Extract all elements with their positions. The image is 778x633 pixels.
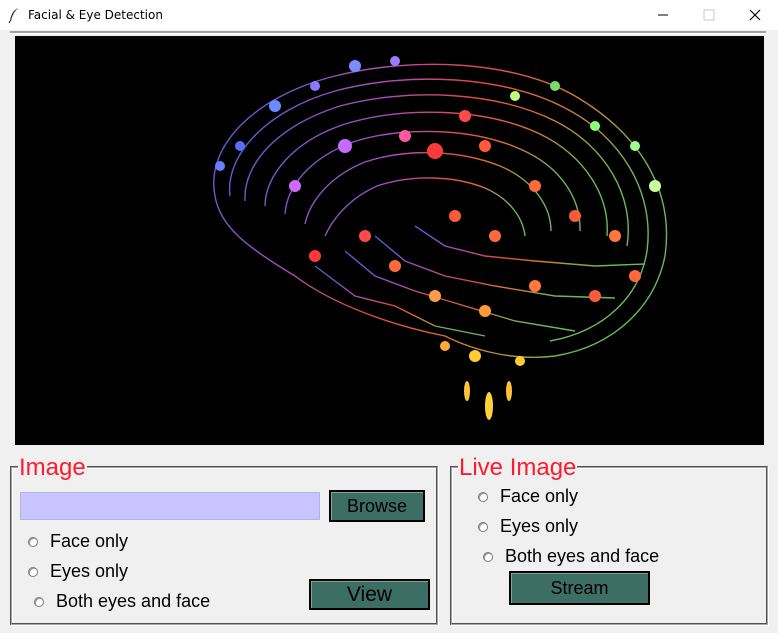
feather-icon	[8, 8, 18, 23]
brain-circuit-image	[15, 36, 764, 445]
close-button[interactable]	[732, 0, 778, 30]
image-radio-face-only[interactable]: Face only	[28, 531, 128, 552]
image-path-input[interactable]	[20, 492, 320, 520]
radio-dot[interactable]	[478, 491, 488, 502]
stream-button[interactable]: Stream	[509, 571, 650, 605]
radio-dot[interactable]	[34, 596, 44, 607]
minimize-icon	[658, 14, 668, 16]
brain-circuit-illustration	[213, 56, 668, 445]
radio-dot[interactable]	[478, 521, 488, 532]
radio-dot[interactable]	[28, 566, 38, 577]
image-radio-eyes-only[interactable]: Eyes only	[28, 561, 128, 582]
title-bar: Facial & Eye Detection	[0, 0, 778, 30]
radio-label: Both eyes and face	[505, 546, 660, 566]
window-title: Facial & Eye Detection	[28, 8, 163, 22]
live-radio-eyes-only[interactable]: Eyes only	[478, 516, 578, 537]
radio-label: Eyes only	[50, 561, 129, 581]
radio-label: Face only	[500, 486, 579, 506]
view-button[interactable]: View	[309, 579, 430, 610]
image-group-label: Image	[18, 454, 87, 481]
radio-label: Face only	[50, 531, 129, 551]
radio-dot[interactable]	[28, 536, 38, 547]
radio-label: Both eyes and face	[56, 591, 211, 611]
image-radio-both[interactable]: Both eyes and face	[34, 591, 210, 612]
browse-button[interactable]: Browse	[329, 490, 425, 522]
minimize-button[interactable]	[640, 0, 686, 30]
separator	[10, 31, 766, 34]
live-image-group-label: Live Image	[458, 454, 578, 481]
close-icon	[749, 9, 761, 21]
live-radio-face-only[interactable]: Face only	[478, 486, 578, 507]
maximize-button[interactable]	[686, 0, 732, 30]
radio-label: Eyes only	[500, 516, 579, 536]
radio-dot[interactable]	[483, 551, 493, 562]
maximize-icon	[703, 9, 715, 21]
live-radio-both[interactable]: Both eyes and face	[483, 546, 659, 567]
